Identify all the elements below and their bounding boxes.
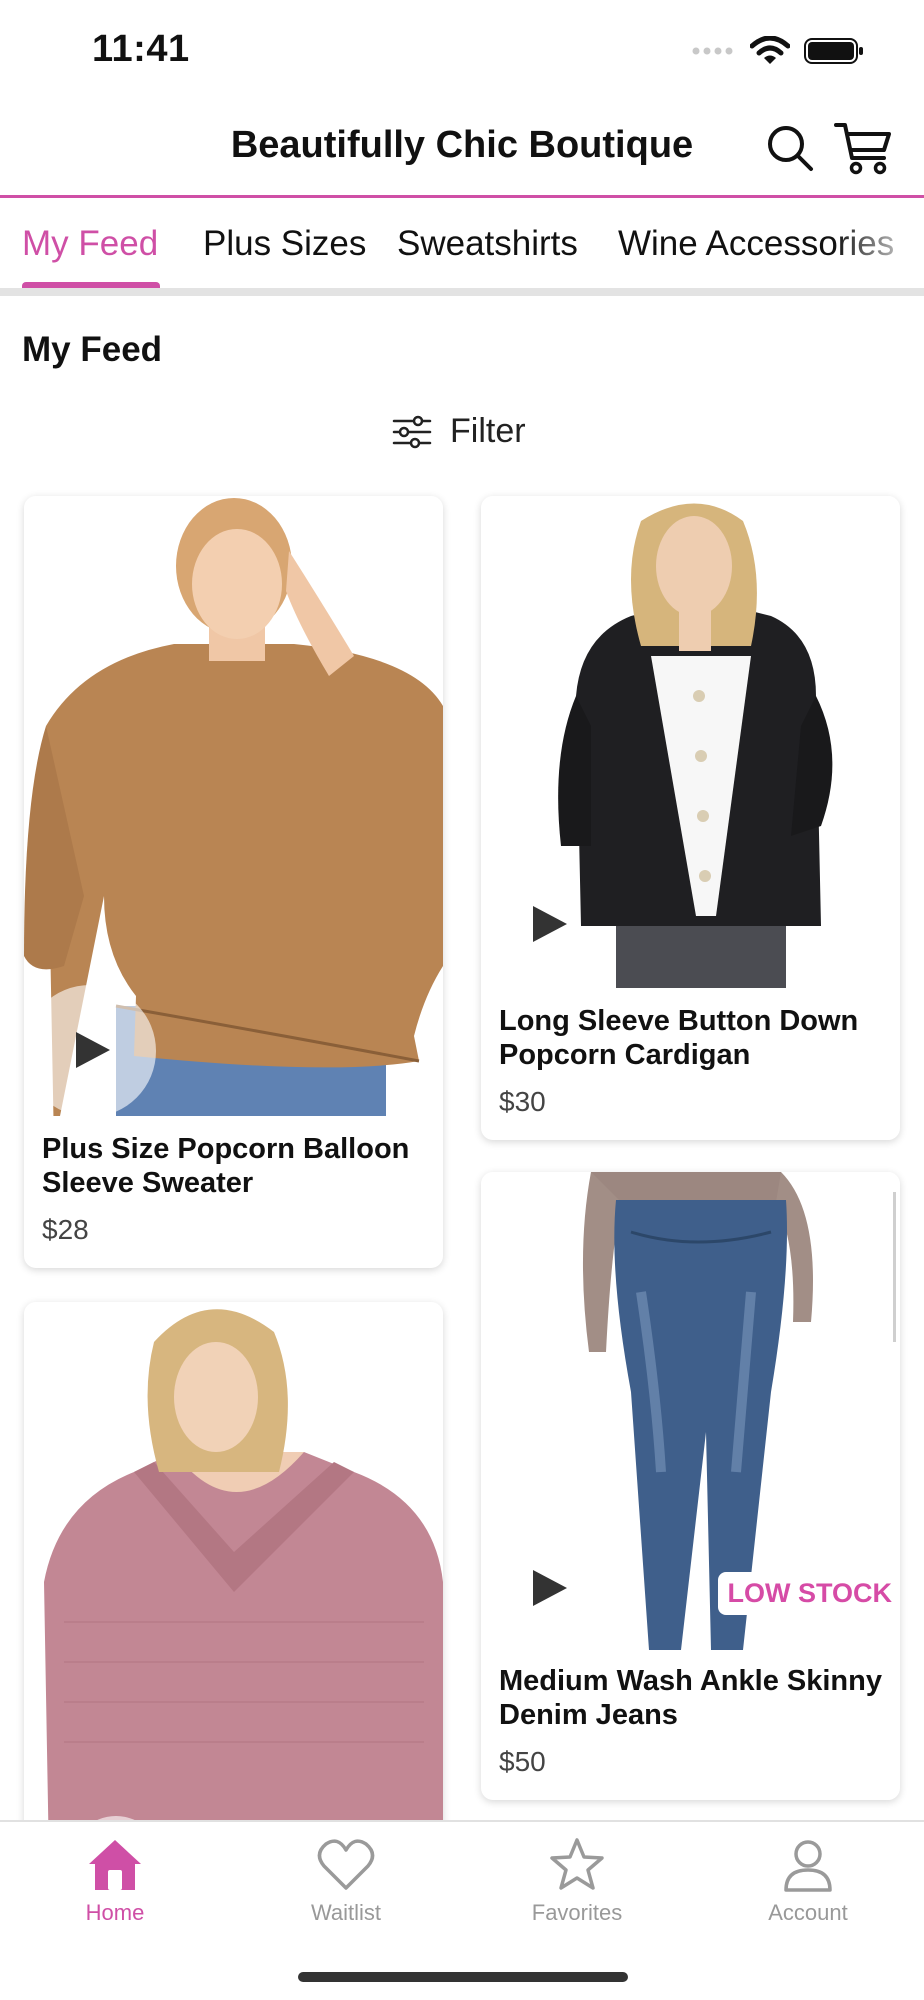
nav-label: Favorites xyxy=(531,1900,623,1925)
product-title: Medium Wash Ankle Skinny Denim Jeans xyxy=(499,1665,882,1731)
product-price: $50 xyxy=(499,1746,546,1777)
play-icon[interactable] xyxy=(527,1566,571,1610)
battery-icon xyxy=(804,38,863,64)
home-icon xyxy=(89,1840,141,1890)
feed-heading: My Feed xyxy=(22,330,163,369)
category-tabs: My Feed Plus Sizes Sweatshirts Wine Acce… xyxy=(0,198,924,296)
person-icon xyxy=(784,1840,832,1892)
status-time: 11:41 xyxy=(92,28,190,70)
nav-waitlist[interactable]: Waitlist xyxy=(266,1836,426,1926)
nav-label: Home xyxy=(85,1900,145,1925)
nav-home[interactable]: Home xyxy=(35,1836,195,1926)
product-image xyxy=(24,496,443,1116)
home-indicator xyxy=(298,1972,628,1982)
product-card[interactable] xyxy=(24,1302,443,1862)
product-card[interactable]: LOW STOCK Medium Wash Ankle Skinny Denim… xyxy=(481,1172,900,1800)
nav-label: Account xyxy=(768,1900,848,1925)
product-title: Plus Size Popcorn Balloon Sleeve Sweater xyxy=(42,1133,410,1199)
tab-sweatshirts[interactable]: Sweatshirts xyxy=(397,224,578,264)
search-icon[interactable] xyxy=(766,124,814,172)
nav-label: Waitlist xyxy=(310,1900,382,1925)
heart-icon xyxy=(317,1839,375,1890)
play-icon[interactable] xyxy=(527,902,571,946)
status-bar: 11:41 xyxy=(0,0,924,100)
status-icons xyxy=(692,36,864,66)
product-image xyxy=(24,1302,443,1862)
filter-sliders-icon xyxy=(392,415,432,448)
product-card[interactable]: Long Sleeve Button Down Popcorn Cardigan… xyxy=(481,496,900,1140)
filter-label: Filter xyxy=(450,412,526,450)
product-title: Long Sleeve Button Down Popcorn Cardigan xyxy=(499,1005,859,1071)
star-icon xyxy=(550,1838,604,1890)
signal-icon xyxy=(692,47,733,55)
nav-account[interactable]: Account xyxy=(728,1836,888,1926)
product-card[interactable]: Plus Size Popcorn Balloon Sleeve Sweater… xyxy=(24,496,443,1268)
active-tab-indicator xyxy=(22,282,160,288)
product-price: $30 xyxy=(499,1086,546,1117)
tabs-fade xyxy=(834,198,924,288)
product-price: $28 xyxy=(42,1214,89,1245)
low-stock-badge: LOW STOCK xyxy=(717,1572,900,1615)
cart-icon[interactable] xyxy=(834,120,892,176)
tab-plus-sizes[interactable]: Plus Sizes xyxy=(203,224,366,264)
play-icon[interactable] xyxy=(70,1028,114,1072)
wifi-icon xyxy=(750,36,790,64)
app-header: Beautifully Chic Boutique xyxy=(0,100,924,198)
tab-my-feed[interactable]: My Feed xyxy=(22,224,158,264)
nav-favorites[interactable]: Favorites xyxy=(497,1836,657,1926)
filter-button[interactable]: Filter xyxy=(392,412,526,451)
